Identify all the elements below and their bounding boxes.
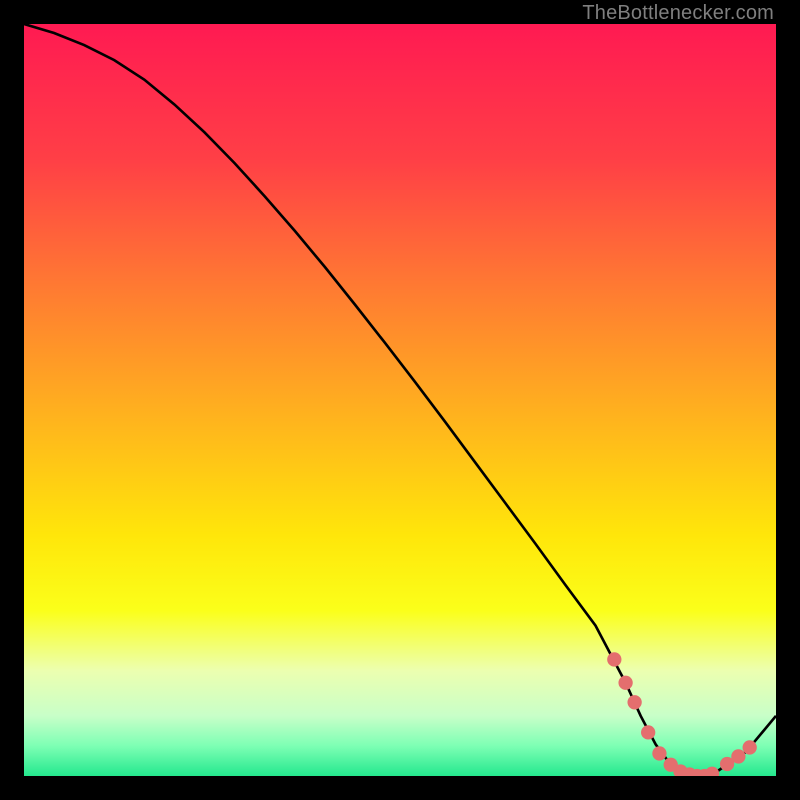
valley-marker-dot xyxy=(731,749,745,763)
valley-marker-dot xyxy=(641,725,655,739)
attribution-label: TheBottlenecker.com xyxy=(582,2,774,25)
valley-marker-dot xyxy=(607,652,621,666)
valley-marker-dot xyxy=(627,695,641,709)
curve-layer xyxy=(24,24,776,776)
valley-markers xyxy=(607,652,757,776)
valley-marker-dot xyxy=(705,767,719,776)
main-curve xyxy=(24,24,776,776)
chart-stage: TheBottlenecker.com xyxy=(0,0,800,800)
valley-marker-dot xyxy=(743,740,757,754)
valley-marker-dot xyxy=(618,676,632,690)
valley-marker-dot xyxy=(652,746,666,760)
plot-area xyxy=(24,24,776,776)
